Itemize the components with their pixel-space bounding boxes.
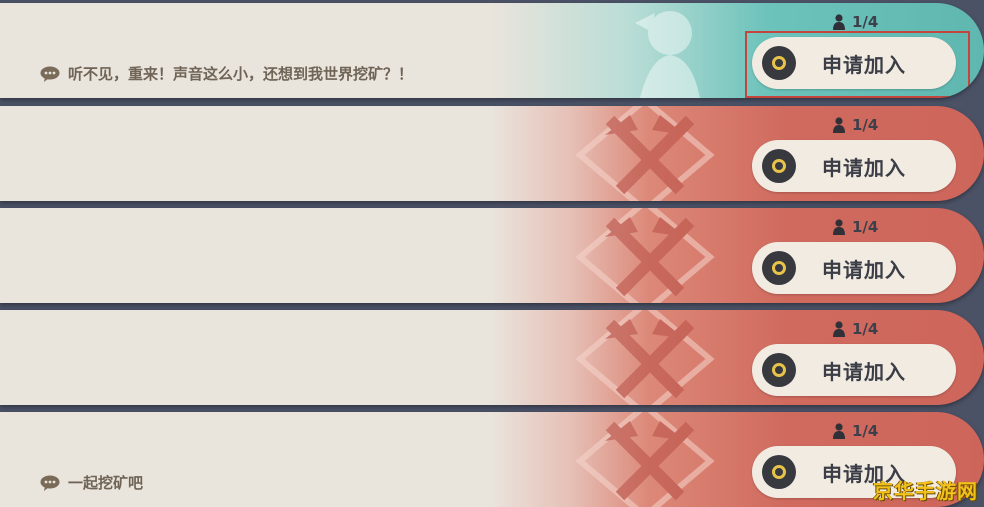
request-join-button[interactable]: 申请加入 bbox=[752, 140, 956, 192]
player-count: 1/4 bbox=[832, 116, 878, 134]
world-message: 听不见，重来！声音这么小，还想到我世界挖矿？！ bbox=[40, 63, 413, 84]
request-join-button[interactable]: 申请加入 bbox=[752, 344, 956, 396]
player-count: 1/4 bbox=[832, 13, 878, 31]
emblem-icon bbox=[575, 106, 715, 201]
person-icon bbox=[833, 14, 845, 30]
world-message: 一起挖矿吧 bbox=[40, 472, 143, 493]
request-join-button[interactable]: 申请加入 bbox=[752, 242, 956, 294]
player-count: 1/4 bbox=[832, 422, 878, 440]
person-icon bbox=[833, 219, 845, 235]
request-join-label: 申请加入 bbox=[822, 359, 906, 384]
chat-bubble-icon bbox=[40, 66, 60, 82]
request-join-label: 申请加入 bbox=[822, 257, 906, 282]
player-count-text: 1/4 bbox=[852, 116, 879, 134]
co-op-world-list: 听不见，重来！声音这么小，还想到我世界挖矿？！ 1/4 申请加入 1/4 申请加… bbox=[0, 0, 984, 507]
join-ring-icon bbox=[762, 353, 796, 387]
player-count-text: 1/4 bbox=[852, 218, 879, 236]
emblem-icon bbox=[575, 310, 715, 405]
person-icon bbox=[833, 117, 845, 133]
player-count-text: 1/4 bbox=[852, 422, 879, 440]
world-row: 听不见，重来！声音这么小，还想到我世界挖矿？！ 1/4 申请加入 bbox=[0, 3, 984, 98]
world-row: 1/4 申请加入 bbox=[0, 310, 984, 405]
emblem-icon bbox=[575, 412, 715, 507]
world-message-text: 一起挖矿吧 bbox=[68, 474, 144, 492]
character-art-icon bbox=[635, 11, 700, 98]
player-count: 1/4 bbox=[832, 218, 878, 236]
person-icon bbox=[833, 321, 845, 337]
world-row: 1/4 申请加入 bbox=[0, 106, 984, 201]
join-ring-icon bbox=[762, 455, 796, 489]
join-ring-icon bbox=[762, 251, 796, 285]
person-icon bbox=[833, 423, 845, 439]
world-message-text: 听不见，重来！声音这么小，还想到我世界挖矿？！ bbox=[68, 65, 414, 83]
player-count-text: 1/4 bbox=[852, 320, 879, 338]
highlight-box bbox=[745, 31, 970, 98]
request-join-label: 申请加入 bbox=[822, 155, 906, 180]
player-count-text: 1/4 bbox=[852, 13, 879, 31]
player-count: 1/4 bbox=[832, 320, 878, 338]
join-ring-icon bbox=[762, 149, 796, 183]
world-row: 一起挖矿吧 1/4 申请加入 bbox=[0, 412, 984, 507]
world-row: 1/4 申请加入 bbox=[0, 208, 984, 303]
chat-bubble-icon bbox=[40, 475, 60, 491]
emblem-icon bbox=[575, 208, 715, 303]
site-watermark: 京华手游网 bbox=[873, 479, 978, 503]
